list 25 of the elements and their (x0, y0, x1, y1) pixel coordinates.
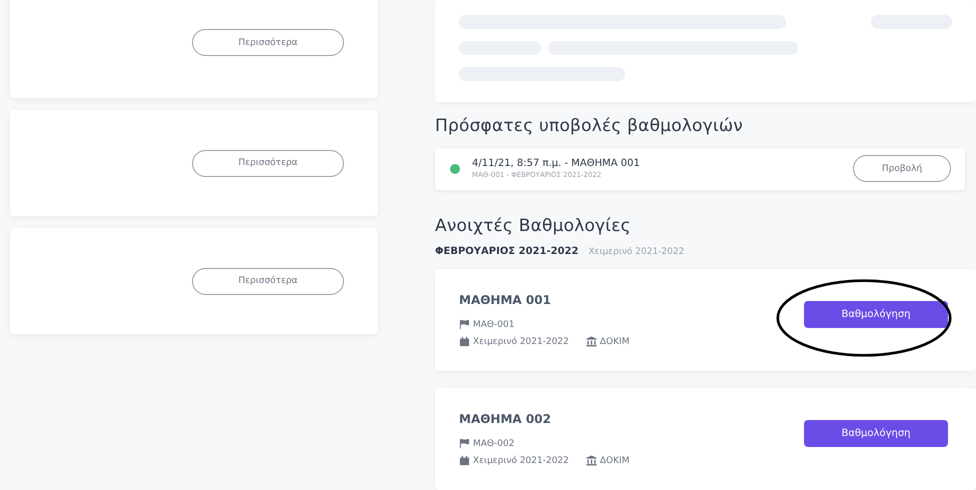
flag-icon (459, 319, 470, 330)
grade-button[interactable]: Βαθμολόγηση (804, 420, 948, 446)
semester-label: Χειμερινό 2021-2022 (588, 247, 684, 257)
calendar-icon (459, 336, 470, 347)
section-heading: Πρόσφατες υποβολές βαθμολογιών (435, 116, 744, 136)
more-button[interactable]: Περισσότερα (192, 29, 344, 56)
section-heading: Ανοιχτές Βαθμολογίες (435, 216, 632, 236)
more-button[interactable]: Περισσότερα (192, 150, 344, 176)
course-title: ΜΑΘΗΜΑ 002 (459, 412, 552, 426)
building-icon (586, 455, 597, 466)
course-semester: Χειμερινό 2021-2022 (473, 336, 569, 346)
course-semester: Χειμερινό 2021-2022 (473, 456, 569, 466)
period-name: ΦΕΒΡΟΥΑΡΙΟΣ 2021-2022 (435, 246, 578, 257)
building-icon (586, 336, 597, 347)
course-code: ΜΑΘ-001 (473, 320, 514, 330)
course-code: ΜΑΘ-002 (473, 438, 514, 448)
submission-title: 4/11/21, 8:57 π.μ. - ΜΑΘΗΜΑ 001 (472, 158, 641, 170)
course-title: ΜΑΘΗΜΑ 001 (459, 293, 552, 307)
course-department: ΔΟΚΙΜ (600, 456, 630, 466)
calendar-icon (459, 455, 470, 466)
grade-button[interactable]: Βαθμολόγηση (804, 300, 948, 328)
course-department: ΔΟΚΙΜ (600, 336, 630, 346)
more-button[interactable]: Περισσότερα (192, 268, 344, 294)
flag-icon (459, 438, 470, 449)
view-button[interactable]: Προβολή (853, 155, 951, 182)
